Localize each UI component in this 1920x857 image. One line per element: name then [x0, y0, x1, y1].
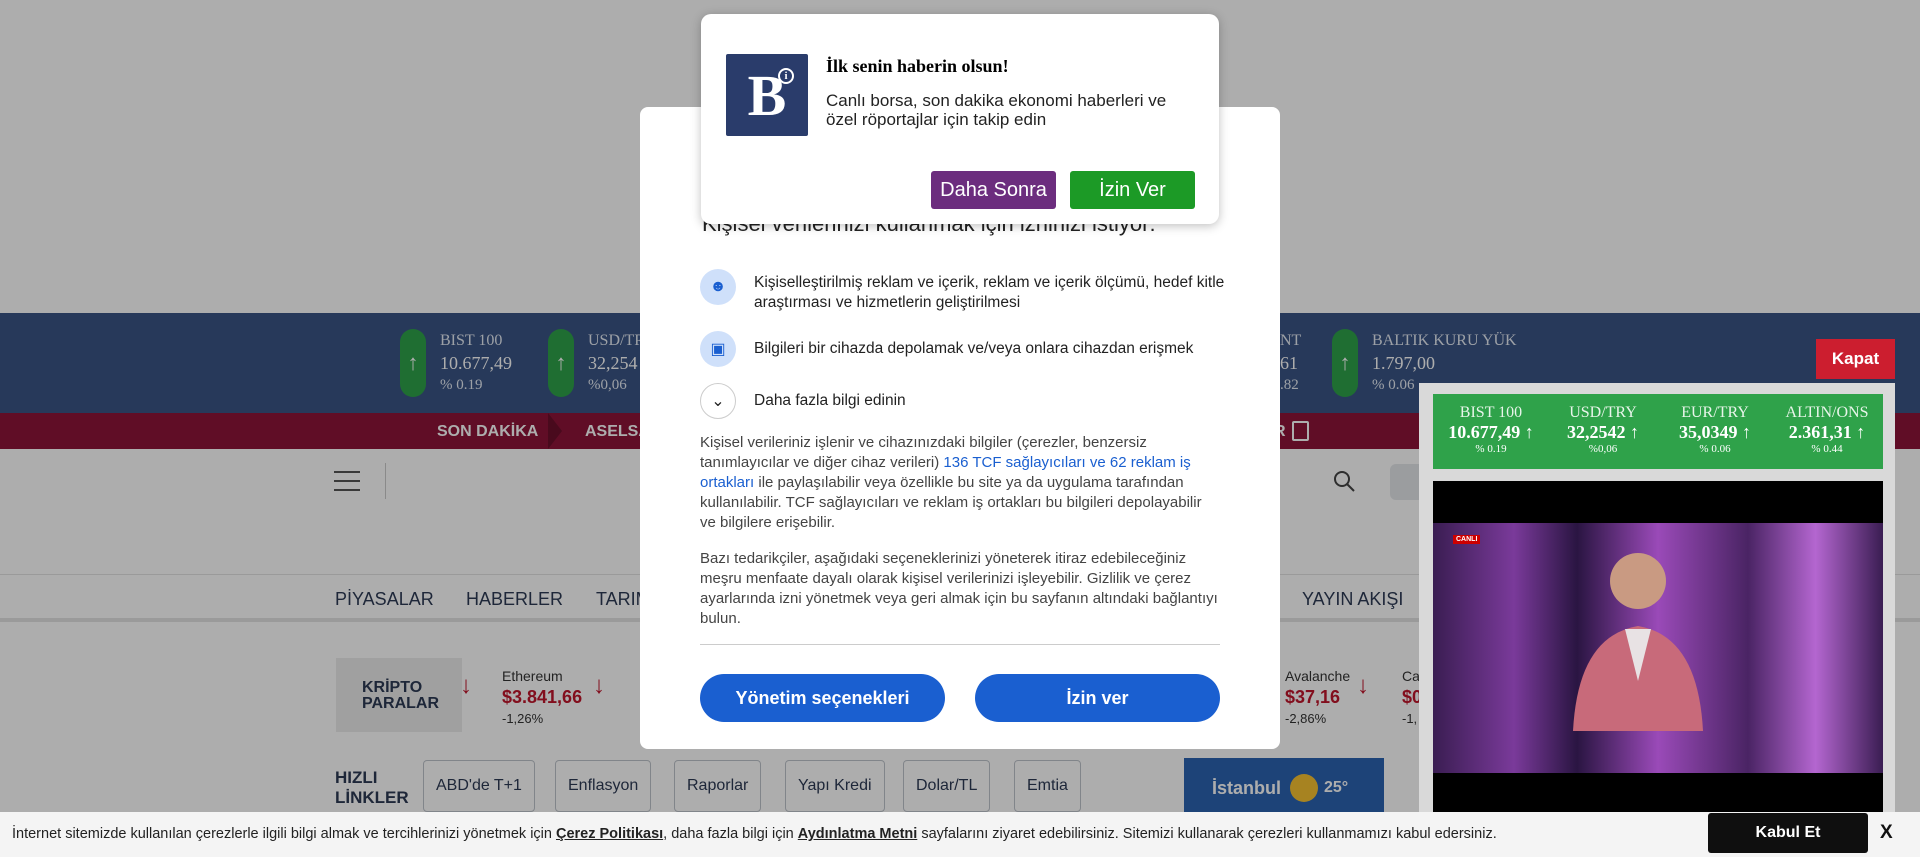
consent-accept-button[interactable]: İzin ver	[975, 674, 1220, 722]
up-arrow-icon: ↑	[1742, 422, 1751, 442]
live-player: BIST 100 10.677,49 ↑ % 0.19 USD/TRY 32,2…	[1419, 383, 1895, 812]
mini-ticker-change: % 0.19	[1475, 443, 1507, 455]
mini-ticker-value-text: 2.361,31	[1788, 422, 1852, 442]
presenter-image	[1573, 553, 1703, 731]
chevron-down-icon[interactable]: ⌄	[700, 383, 736, 419]
cookie-text-a: İnternet sitemizde kullanılan çerezlerle…	[12, 826, 556, 842]
cookie-bar: İnternet sitemizde kullanılan çerezlerle…	[0, 812, 1920, 857]
mini-ticker-item[interactable]: ALTIN/ONS 2.361,31 ↑ % 0.44	[1771, 404, 1883, 455]
push-allow-button[interactable]: İzin Ver	[1070, 171, 1195, 209]
mini-ticker-item[interactable]: USD/TRY 32,2542 ↑ %0,06	[1547, 404, 1659, 455]
mini-ticker-value: 35,0349 ↑	[1679, 422, 1751, 443]
mini-ticker-value-text: 35,0349	[1679, 422, 1738, 442]
cookie-policy-link[interactable]: Çerez Politikası	[556, 826, 663, 842]
mini-ticker-change: % 0.06	[1699, 443, 1731, 455]
cookie-close-button[interactable]: X	[1880, 822, 1893, 844]
devices-icon: ▣	[700, 331, 736, 367]
info-icon: i	[778, 68, 794, 84]
consent-divider	[700, 644, 1220, 645]
cookie-text-b: , daha fazla bilgi için	[663, 826, 798, 842]
push-title: İlk senin haberin olsun!	[826, 56, 1009, 76]
player-mini-ticker: BIST 100 10.677,49 ↑ % 0.19 USD/TRY 32,2…	[1433, 394, 1883, 469]
mini-ticker-name: BIST 100	[1459, 404, 1523, 421]
consent-para1-text-b: ile paylaşılabilir veya özellikle bu sit…	[700, 474, 1202, 531]
brand-logo: B i	[726, 54, 808, 136]
live-video[interactable]: CANLI	[1433, 481, 1883, 812]
up-arrow-icon: ↑	[1630, 422, 1639, 442]
live-badge: CANLI	[1453, 535, 1481, 544]
mini-ticker-name: USD/TRY	[1569, 404, 1637, 421]
mini-ticker-change: % 0.44	[1811, 443, 1843, 455]
purpose-personalised-ads: ☻ Kişiselleştirilmiş reklam ve içerik, r…	[700, 269, 1234, 313]
push-body: Canlı borsa, son dakika ekonomi haberler…	[826, 91, 1167, 129]
user-icon: ☻	[700, 269, 736, 305]
up-arrow-icon: ↑	[1524, 422, 1534, 442]
mini-ticker-value: 32,2542 ↑	[1567, 422, 1639, 443]
more-info-toggle[interactable]: ⌄ Daha fazla bilgi edinin	[700, 383, 1234, 419]
cookie-text-c: sayfalarını ziyaret edebilirsiniz. Sitem…	[917, 826, 1497, 842]
consent-paragraph-2: Bazı tedarikçiler, aşağıdaki seçenekleri…	[700, 550, 1218, 627]
mini-ticker-value-text: 32,2542	[1567, 422, 1626, 442]
push-notification-prompt: B i İlk senin haberin olsun! Canlı borsa…	[701, 14, 1219, 224]
more-info-label: Daha fazla bilgi edinin	[754, 392, 906, 409]
mini-ticker-value: 10.677,49 ↑	[1448, 422, 1534, 443]
purpose-text: Kişiselleştirilmiş reklam ve içerik, rek…	[754, 274, 1225, 311]
mini-ticker-name: EUR/TRY	[1681, 404, 1749, 421]
mini-ticker-item[interactable]: BIST 100 10.677,49 ↑ % 0.19	[1435, 404, 1547, 455]
consent-paragraph-1: Kişisel verileriniz işlenir ve cihazınız…	[700, 433, 1220, 533]
manage-options-button[interactable]: Yönetim seçenekleri	[700, 674, 945, 722]
mini-ticker-value-text: 10.677,49	[1448, 422, 1521, 442]
push-later-button[interactable]: Daha Sonra	[931, 171, 1056, 209]
purpose-text: Bilgileri bir cihazda depolamak ve/veya …	[754, 340, 1194, 357]
mini-ticker-name: ALTIN/ONS	[1785, 404, 1869, 421]
up-arrow-icon: ↑	[1856, 422, 1866, 442]
privacy-notice-link[interactable]: Aydınlatma Metni	[798, 826, 918, 842]
player-close-button[interactable]: Kapat	[1816, 339, 1895, 379]
cookie-accept-button[interactable]: Kabul Et	[1708, 813, 1868, 853]
cookie-text: İnternet sitemizde kullanılan çerezlerle…	[12, 826, 1497, 842]
mini-ticker-change: %0,06	[1588, 443, 1618, 455]
mini-ticker-value: 2.361,31 ↑	[1789, 422, 1866, 443]
purpose-device-storage: ▣ Bilgileri bir cihazda depolamak ve/vey…	[700, 331, 1234, 367]
mini-ticker-item[interactable]: EUR/TRY 35,0349 ↑ % 0.06	[1659, 404, 1771, 455]
